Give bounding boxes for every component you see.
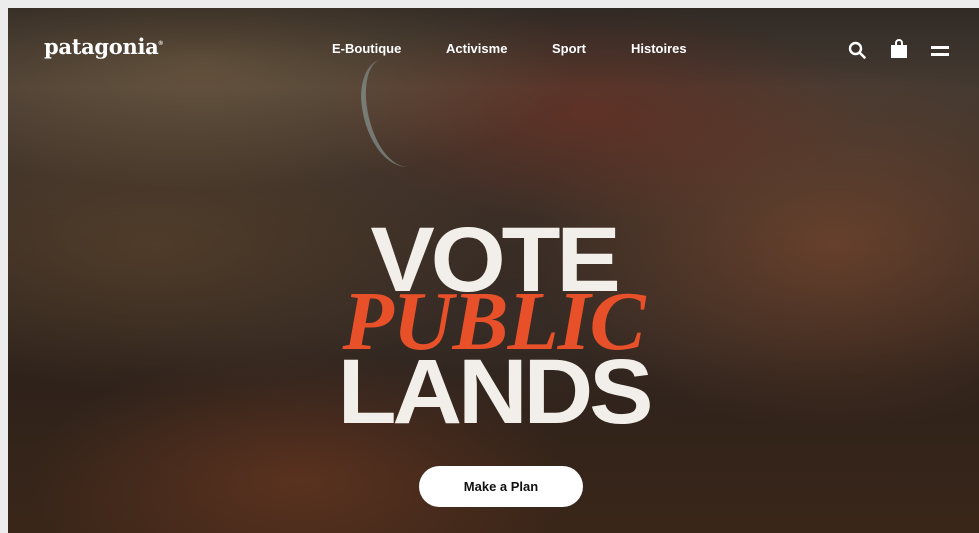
nav-item-sport[interactable]: Sport — [552, 41, 586, 56]
nav-item-activisme[interactable]: Activisme — [446, 41, 507, 56]
menu-icon[interactable] — [931, 44, 949, 56]
page-frame: patagonia® E-Boutique Activisme Sport Hi… — [8, 8, 979, 533]
logo-registered-mark: ® — [158, 41, 163, 47]
site-header: patagonia® E-Boutique Activisme Sport Hi… — [8, 8, 979, 88]
shopping-bag-icon[interactable] — [890, 39, 908, 59]
search-icon[interactable] — [848, 41, 866, 59]
hero-headline-public: PUBLIC — [342, 275, 645, 368]
patagonia-logo[interactable]: patagonia® — [44, 34, 163, 59]
nav-item-histoires[interactable]: Histoires — [631, 41, 687, 56]
nav-item-e-boutique[interactable]: E-Boutique — [332, 41, 401, 56]
make-a-plan-button[interactable]: Make a Plan — [419, 466, 583, 507]
logo-text: patagonia — [44, 34, 159, 59]
